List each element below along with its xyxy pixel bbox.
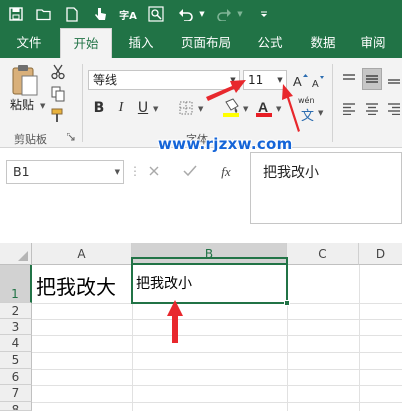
tab-review[interactable]: 审阅 (352, 28, 394, 58)
selected-cell-border (131, 257, 288, 304)
column-header-d[interactable]: D (359, 243, 402, 265)
tab-insert[interactable]: 插入 (120, 28, 162, 58)
redo-icon[interactable] (212, 4, 236, 24)
fill-handle[interactable] (284, 300, 290, 306)
name-box[interactable]: B1 ▼ (6, 160, 124, 184)
cancel-icon[interactable] (136, 165, 172, 180)
font-color-dropdown-icon[interactable]: ▼ (276, 105, 281, 113)
select-all-corner[interactable] (0, 243, 32, 265)
align-middle-icon[interactable] (362, 68, 382, 90)
borders-dropdown-icon[interactable]: ▼ (198, 105, 203, 113)
touch-mode-icon[interactable] (88, 4, 112, 24)
undo-icon[interactable] (174, 4, 198, 24)
borders-icon[interactable] (176, 98, 196, 118)
align-center-icon[interactable] (363, 100, 381, 118)
row-header-1[interactable]: 1 (0, 265, 32, 303)
ribbon-separator (332, 64, 333, 142)
new-file-icon[interactable] (60, 4, 84, 24)
name-box-dropdown-icon[interactable]: ▼ (115, 161, 120, 183)
svg-text:A: A (293, 74, 302, 88)
align-bottom-icon[interactable] (386, 70, 402, 88)
ribbon-tab-bar: 文件 开始 插入 页面布局 公式 数据 审阅 (0, 28, 402, 59)
row-header-8[interactable]: 8 (0, 402, 32, 411)
row-header-3[interactable]: 3 (0, 319, 32, 335)
gridline (32, 319, 402, 320)
shrink-font-icon[interactable]: A (311, 72, 325, 90)
align-left-icon[interactable] (340, 100, 358, 118)
fill-color-dropdown-icon[interactable]: ▼ (243, 105, 248, 113)
save-icon[interactable] (4, 4, 28, 24)
font-size-value: 11 (248, 73, 264, 87)
ribbon-separator (82, 64, 83, 142)
row-header-7[interactable]: 7 (0, 385, 32, 402)
customize-icon[interactable] (252, 4, 276, 24)
enter-icon[interactable] (172, 165, 208, 180)
tab-formulas[interactable]: 公式 (250, 28, 290, 58)
redo-dropdown-icon[interactable]: ▼ (236, 4, 244, 24)
open-folder-icon[interactable] (32, 4, 56, 24)
column-header-a[interactable]: A (32, 243, 132, 265)
grow-font-icon[interactable]: A (292, 70, 308, 90)
copy-icon[interactable] (48, 84, 68, 104)
tab-data[interactable]: 数据 (302, 28, 344, 58)
font-name-dropdown-icon[interactable]: ▼ (227, 71, 239, 89)
font-size-combo[interactable]: 11 ▼ (243, 70, 287, 90)
align-right-icon[interactable] (386, 100, 402, 118)
font-size-dropdown-icon[interactable]: ▼ (274, 71, 286, 89)
name-box-value: B1 (13, 164, 30, 179)
phonetic-guide-button[interactable]: 文 (301, 105, 314, 124)
column-header-c[interactable]: C (287, 243, 359, 265)
align-top-icon[interactable] (340, 70, 358, 88)
svg-text:A: A (258, 99, 268, 115)
clipboard-launcher-icon[interactable] (66, 132, 76, 142)
svg-text:A: A (312, 79, 319, 89)
spelling-icon[interactable]: 字A (116, 4, 140, 24)
italic-button[interactable]: I (112, 98, 130, 118)
paste-dropdown-icon[interactable]: ▼ (40, 102, 45, 110)
phonetic-dropdown-icon[interactable]: ▼ (318, 109, 323, 117)
row-header-6[interactable]: 6 (0, 369, 32, 385)
bold-button[interactable]: B (90, 98, 108, 118)
tab-home[interactable]: 开始 (60, 28, 112, 59)
zoom-icon[interactable] (144, 4, 168, 24)
row-header-2[interactable]: 2 (0, 303, 32, 319)
cell-a1[interactable]: 把我改大 (36, 271, 116, 300)
gridline (32, 335, 402, 336)
font-name-value: 等线 (93, 73, 118, 87)
paste-label[interactable]: 粘贴 (10, 96, 34, 113)
quick-access-toolbar: 字A ▼ ▼ (0, 0, 402, 28)
formula-input[interactable]: 把我改小 (250, 152, 402, 224)
underline-dropdown-icon[interactable]: ▼ (153, 105, 158, 113)
format-painter-icon[interactable] (48, 106, 68, 126)
fill-color-icon[interactable] (220, 96, 242, 120)
spreadsheet-grid: A B C D 1 2 3 4 5 6 7 8 把我改大 把我改小 (0, 235, 402, 411)
clipboard-group-label: 剪贴板 (14, 133, 47, 146)
row-header-4[interactable]: 4 (0, 335, 32, 352)
phonetic-label: wén (298, 96, 315, 105)
gridline (32, 385, 402, 386)
formula-bar: B1 ▼ ⋮ fx 把我改小 (0, 148, 402, 235)
paste-icon[interactable] (8, 62, 42, 98)
gridline (359, 265, 360, 411)
insert-function-button[interactable]: fx (208, 164, 244, 180)
gridline (32, 369, 402, 370)
watermark: www.rjzxw.com (158, 135, 293, 153)
tab-file[interactable]: 文件 (8, 28, 50, 58)
cut-icon[interactable] (48, 62, 68, 82)
spelling-label: 字A (119, 10, 137, 22)
gridline (32, 402, 402, 403)
tab-page-layout[interactable]: 页面布局 (170, 28, 242, 58)
undo-dropdown-icon[interactable]: ▼ (198, 4, 206, 24)
underline-button[interactable]: U (134, 98, 152, 118)
row-header-5[interactable]: 5 (0, 352, 32, 369)
font-color-icon[interactable]: A (254, 96, 274, 120)
gridline (32, 352, 402, 353)
formula-controls: fx (136, 160, 246, 184)
font-name-combo[interactable]: 等线 ▼ (88, 70, 240, 90)
